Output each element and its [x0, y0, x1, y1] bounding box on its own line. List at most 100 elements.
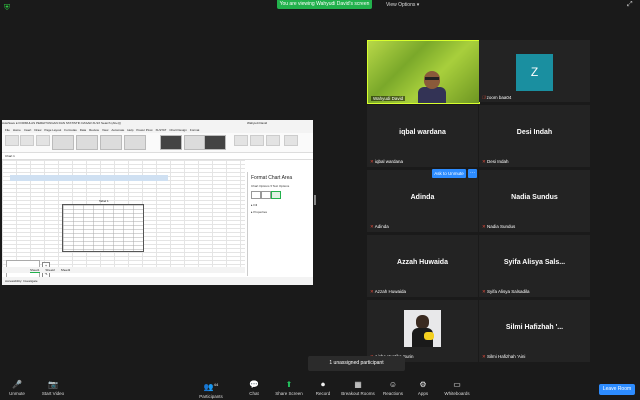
sheet-tab: Sheet2 [45, 268, 55, 272]
ribbon-tab: Format [189, 128, 200, 132]
chart-style-thumb [100, 135, 122, 150]
fullscreen-icon[interactable]: ⤢ [627, 1, 633, 9]
participant-tile-active-speaker[interactable]: Wahyudi David [367, 40, 480, 104]
chart-style-thumb [184, 135, 206, 150]
chart-style-thumb [160, 135, 182, 150]
profile-photo [404, 310, 441, 347]
participant-name-label: ✕ iqbal wardana [370, 159, 404, 164]
sheet-tabs: Sheet1 Sheet2 Sheet3 [2, 267, 245, 273]
reactions-button[interactable]: ☺ Reactions [380, 376, 406, 400]
unassigned-participant-toast[interactable]: 1 unassigned participant [308, 356, 405, 371]
effects-icon [261, 191, 271, 199]
mic-muted-icon: 🎤 [12, 380, 22, 389]
ribbon-tab: Help [127, 128, 134, 132]
glasses [425, 77, 439, 80]
shared-screen-excel: AutoSave ● FORMULAS PERHITUNGAN DAN STAT… [2, 120, 313, 285]
whiteboards-button[interactable]: ▭ Whiteboards [442, 376, 472, 400]
worksheet-grid: Tabel 1 + ✎ [2, 160, 245, 285]
leave-room-button[interactable]: Leave Room [599, 384, 635, 395]
excel-status-bar: Accessibility: Investigate [2, 277, 313, 285]
participant-tile[interactable]: Z 🎙̸ zoom baa04 [479, 40, 590, 102]
meeting-toolbar: 🎤 Unmute 📷 Start Video 👥44 Participants 💬 Ch… [0, 376, 640, 400]
ribbon-button [5, 135, 19, 146]
security-shield-icon[interactable]: ⛨ [4, 3, 12, 12]
chart-style-thumb [204, 135, 226, 150]
accessibility-status: Accessibility: Investigate [5, 279, 38, 283]
ribbon-tab: Home [12, 128, 21, 132]
record-button[interactable]: ⏺ Record [312, 376, 334, 400]
apps-icon: ⚙ [419, 380, 427, 389]
ribbon-button [250, 135, 264, 146]
fill-line-icon [251, 191, 261, 199]
participant-name-label: ✕ Silmi Hafizhah 'Aini [482, 354, 526, 359]
ribbon-tab: Formulas [64, 128, 77, 132]
ribbon-tab: Chart Design [169, 128, 187, 132]
participant-name-label: ✕ Nadia Sundus [482, 224, 516, 229]
participant-name-label: Wahyudi David [371, 96, 406, 101]
ribbon-tab: Draw [34, 128, 42, 132]
formula-bar: Chart 1 [2, 153, 313, 160]
breakout-rooms-button[interactable]: ▦ Breakout Rooms [338, 376, 378, 400]
share-scroll-handle[interactable] [314, 195, 316, 205]
participant-name-label: ✕ Azzah Huwaida [370, 289, 407, 294]
ribbon-tab: Automate [111, 128, 125, 132]
apps-button[interactable]: ⚙ Apps [413, 376, 433, 400]
sheet-tab: Sheet1 [30, 268, 40, 273]
share-screen-icon: ⬆ [285, 380, 293, 389]
record-icon: ⏺ [321, 380, 325, 389]
ribbon-tab: File [5, 128, 10, 132]
breakout-rooms-icon: ▦ [354, 380, 362, 389]
participant-tile[interactable]: Syifa Alisya Sals... ✕ Syifa Alisya Sals… [479, 235, 590, 297]
excel-title: AutoSave ● FORMULAS PERHITUNGAN DAN STAT… [2, 121, 121, 125]
size-properties-icon [271, 191, 281, 199]
excel-ribbon [2, 133, 313, 153]
ribbon-button [20, 135, 34, 146]
format-chart-area-pane: Format Chart Area Chart Options ▾ Text O… [247, 172, 313, 276]
participant-name-label: 🎙̸ zoom baa04 [482, 95, 512, 100]
participant-tile[interactable]: Silmi Hafizhah '... ✕ Silmi Hafizhah 'Ai… [479, 300, 590, 362]
ribbon-tab: Insert [23, 128, 32, 132]
participant-name-label: ✕ Adinda [370, 224, 389, 229]
ribbon-button [266, 135, 280, 146]
format-properties-section: ▸ Properties [251, 210, 268, 214]
ribbon-tab: View [101, 128, 109, 132]
photo-flowers [424, 332, 434, 340]
more-options-button[interactable]: ··· [468, 169, 477, 178]
chart-style-thumb [76, 135, 98, 150]
ribbon-button [36, 135, 50, 146]
participant-tile[interactable]: iqbal wardana ✕ iqbal wardana [367, 105, 478, 167]
ribbon-button [284, 135, 298, 146]
participant-tile[interactable]: Nadia Sundus ✕ Nadia Sundus [479, 170, 590, 232]
share-screen-button[interactable]: ⬆ Share Screen [272, 376, 306, 400]
format-pane-options: Chart Options ▾ Text Options [251, 184, 290, 188]
participant-name-label: ✕ Syifa Alisya Salsadila [482, 289, 530, 294]
participant-tile[interactable]: Azzah Huwaida ✕ Azzah Huwaida [367, 235, 478, 297]
excel-user-name: Wahyudi David [247, 121, 268, 125]
format-pane-title: Format Chart Area [251, 175, 293, 181]
excel-title-bar: AutoSave ● FORMULAS PERHITUNGAN DAN STAT… [2, 120, 313, 127]
ribbon-tab: Review [89, 128, 99, 132]
whiteboards-icon: ▭ [453, 380, 461, 389]
participants-button[interactable]: 👥44 Participants [196, 376, 226, 400]
participant-display-name: Desi Indah [516, 129, 553, 136]
participant-name-label: ✕ Desi Indah [482, 159, 509, 164]
participant-display-name: Azzah Huwaida [397, 259, 448, 266]
participant-video-body [418, 87, 446, 103]
view-options-menu[interactable]: View Options ▾ [386, 1, 419, 9]
data-table [62, 204, 144, 252]
video-off-icon: 📷 [48, 380, 58, 389]
unmute-button[interactable]: 🎤 Unmute [4, 376, 30, 400]
chat-button[interactable]: 💬 Chat [244, 376, 264, 400]
ribbon-button [234, 135, 248, 146]
ribbon-tab: Power Pivot [136, 128, 153, 132]
photo-head [416, 315, 429, 329]
participant-display-name: Nadia Sundus [511, 194, 558, 201]
participant-tile[interactable]: Adinda ✕ Adinda [367, 170, 478, 232]
participant-display-name: Adinda [410, 194, 435, 201]
ribbon-tab: Data [79, 128, 87, 132]
start-video-button[interactable]: 📷 Start Video [38, 376, 68, 400]
participant-tile[interactable]: ✕ Aisha Yustika Surin [367, 300, 478, 362]
ask-to-unmute-button[interactable]: Ask to Unmute [432, 169, 466, 178]
ribbon-tab: Page Layout [44, 128, 62, 132]
participant-tile[interactable]: Desi Indah ✕ Desi Indah [479, 105, 590, 167]
